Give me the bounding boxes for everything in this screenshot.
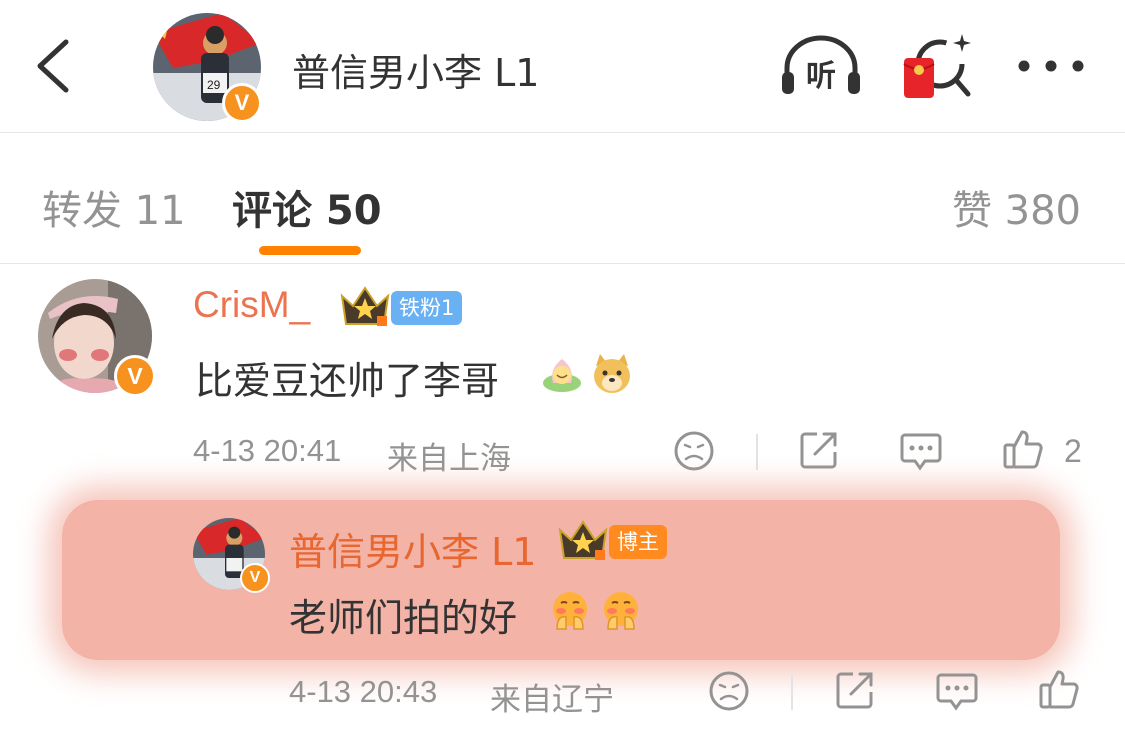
reply-text: 老师们拍的好 (289, 596, 518, 640)
active-tab-indicator (259, 246, 361, 255)
share-icon[interactable] (833, 668, 877, 712)
dislike-face-icon[interactable] (673, 430, 715, 472)
top-nav-bar: 29 V 普信男小李 L1 听 (0, 0, 1125, 133)
tab-reposts[interactable]: 转发 11 (42, 178, 186, 236)
verified-v-icon: V (240, 563, 270, 593)
verified-v-icon: V (114, 355, 156, 397)
reply-location: 来自辽宁 (490, 682, 614, 717)
like-thumb-icon[interactable] (1001, 427, 1045, 471)
commenter-name[interactable]: CrisM_ (193, 284, 310, 326)
tab-likes[interactable]: 赞 380 (952, 178, 1081, 236)
tab-comments[interactable]: 评论 50 (232, 178, 382, 236)
crown-icon (558, 520, 608, 560)
crown-icon (340, 286, 390, 326)
comment-time: 4-13 20:41 (193, 433, 342, 468)
fan-level-badge: 铁粉1 (391, 291, 463, 325)
share-icon[interactable] (797, 428, 841, 472)
reply-comment-icon[interactable] (935, 670, 979, 712)
comment-location: 来自上海 (387, 441, 511, 476)
more-options-icon[interactable] (1016, 58, 1086, 74)
svg-text:29: 29 (207, 78, 221, 92)
svg-text:听: 听 (806, 59, 836, 94)
verified-v-icon: V (222, 83, 262, 123)
reply-time: 4-13 20:43 (289, 674, 438, 709)
action-divider (791, 674, 793, 710)
red-packet-search-icon[interactable] (902, 30, 974, 102)
blush-hands-emoji-icon (553, 592, 587, 630)
dislike-face-icon[interactable] (708, 670, 750, 712)
back-arrow-icon[interactable] (30, 36, 80, 96)
reply-author-name[interactable]: 普信男小李 L1 (289, 521, 536, 576)
listen-headphones-icon[interactable]: 听 (779, 34, 863, 98)
action-divider (756, 434, 758, 470)
page-title: 普信男小李 L1 (292, 51, 540, 95)
comment-like-count: 2 (1064, 433, 1082, 469)
doge-emoji-icon (594, 354, 630, 393)
blush-hands-emoji-icon (604, 592, 638, 630)
tab-bar: 转发 11 评论 50 赞 380 (0, 133, 1125, 264)
like-thumb-icon[interactable] (1037, 667, 1081, 711)
lotus-emoji-icon (543, 359, 581, 392)
blogger-badge: 博主 (609, 525, 667, 559)
comment-text: 比爱豆还帅了李哥 (195, 359, 500, 403)
reply-comment-icon[interactable] (899, 430, 943, 472)
